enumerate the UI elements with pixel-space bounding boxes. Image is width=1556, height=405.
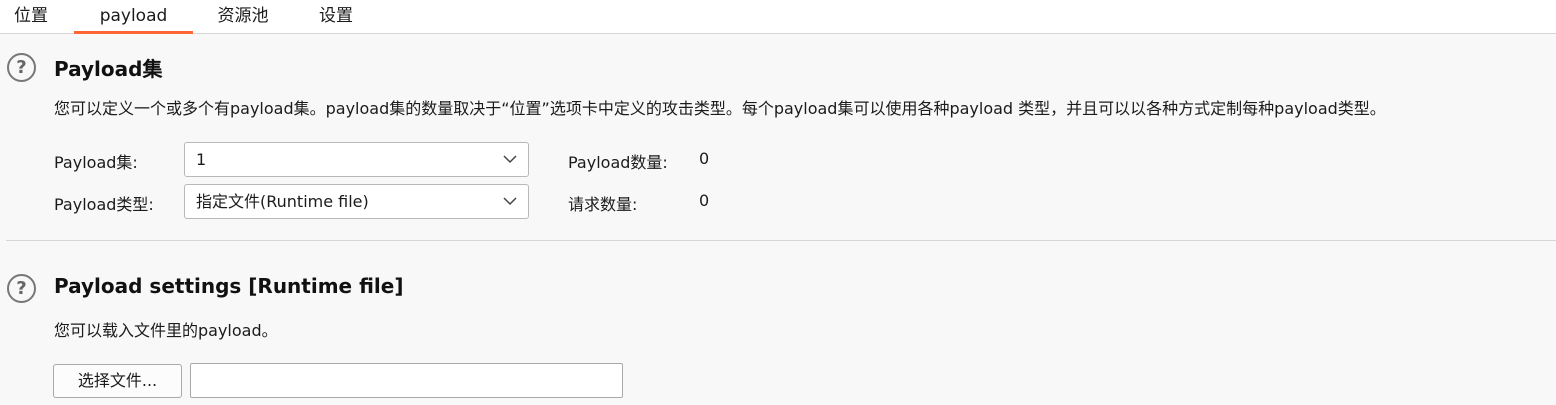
tab-bar: 位置 payload 资源池 设置 <box>0 0 1556 34</box>
chevron-down-icon <box>503 197 517 206</box>
payload-type-value: 指定文件(Runtime file) <box>196 192 369 211</box>
payload-type-label: Payload类型: <box>54 195 154 214</box>
payload-set-value: 1 <box>196 150 207 169</box>
payload-settings-description: 您可以载入文件里的payload。 <box>54 321 278 340</box>
intruder-payloads-panel: 位置 payload 资源池 设置 ? Payload集 您可以定义一个或多个有… <box>0 0 1556 405</box>
request-count-label: 请求数量: <box>568 195 638 214</box>
tab-positions[interactable]: 位置 <box>0 0 62 34</box>
tab-payloads[interactable]: payload <box>74 0 193 34</box>
payload-settings-title: Payload settings [Runtime file] <box>54 274 404 298</box>
payload-set-select[interactable]: 1 <box>184 142 529 177</box>
section-divider <box>6 240 1556 241</box>
payload-count-value: 0 <box>699 149 710 168</box>
question-circle-icon[interactable]: ? <box>7 274 36 303</box>
tab-settings[interactable]: 设置 <box>296 0 376 34</box>
payload-set-label: Payload集: <box>54 153 138 172</box>
payload-count-label: Payload数量: <box>568 153 668 172</box>
payload-sets-title: Payload集 <box>54 57 163 81</box>
payload-sets-description: 您可以定义一个或多个有payload集。payload集的数量取决于“位置”选项… <box>54 99 1386 118</box>
tab-resource-pool[interactable]: 资源池 <box>200 0 286 34</box>
choose-file-button[interactable]: 选择文件... <box>53 364 182 398</box>
request-count-value: 0 <box>699 191 710 210</box>
chevron-down-icon <box>503 155 517 164</box>
file-path-input[interactable] <box>190 363 623 398</box>
question-circle-icon[interactable]: ? <box>7 53 36 82</box>
payload-type-select[interactable]: 指定文件(Runtime file) <box>184 184 529 219</box>
